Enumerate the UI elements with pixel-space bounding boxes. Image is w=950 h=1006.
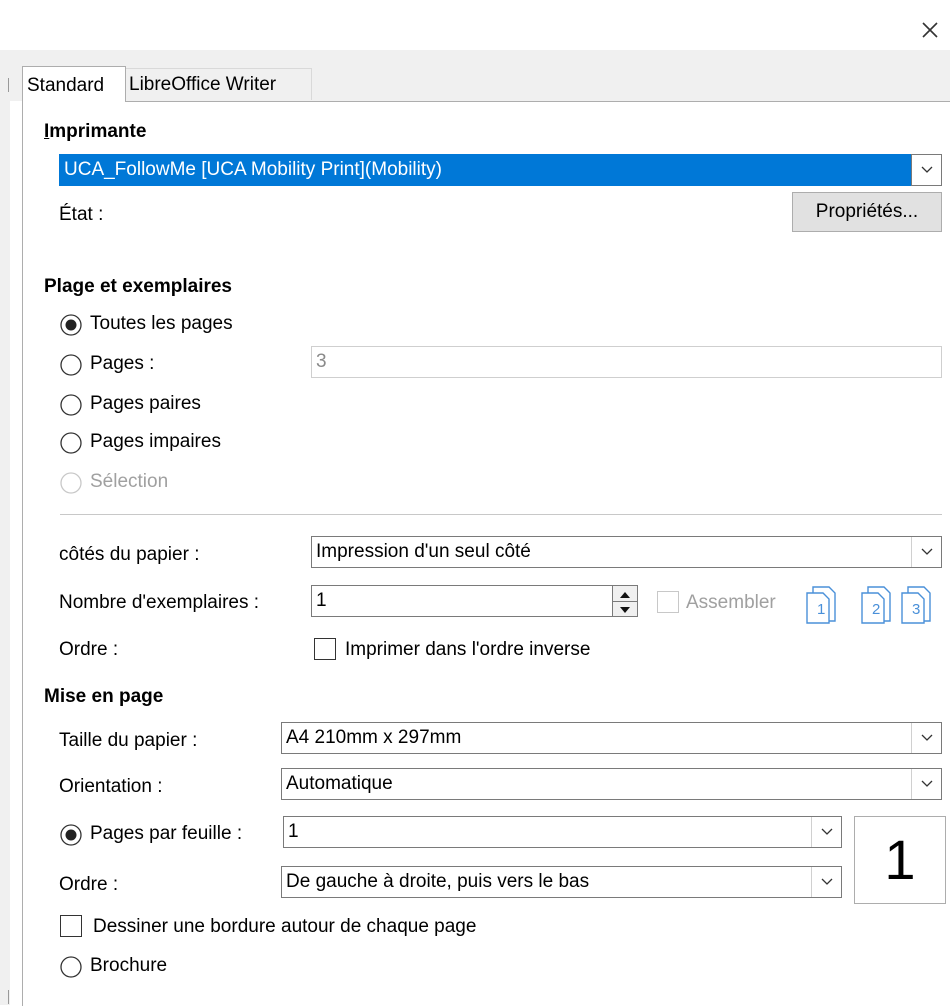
order-label: Ordre :	[59, 639, 119, 660]
page-border-label: Dessiner une bordure autour de chaque pa…	[93, 916, 477, 937]
page-border-checkbox[interactable]	[60, 915, 82, 937]
radio-unchecked-icon	[60, 354, 82, 376]
chevron-down-icon	[921, 166, 933, 173]
reverse-order-checkbox[interactable]	[314, 638, 336, 660]
tab-standard[interactable]: Standard	[22, 66, 126, 102]
paper-size-select[interactable]: A4 210mm x 297mm	[281, 722, 942, 754]
printer-state-label: État :	[59, 204, 104, 225]
reverse-order-label: Imprimer dans l'ordre inverse	[345, 639, 591, 660]
radio-brochure[interactable]	[60, 956, 82, 978]
collate-page-2-icon: 2	[858, 583, 896, 625]
pages-per-sheet-label: Pages par feuille :	[90, 823, 243, 844]
copies-label: Nombre d'exemplaires :	[59, 592, 260, 613]
printer-title-rest: mprimante	[49, 121, 147, 142]
radio-odd-pages[interactable]	[60, 432, 82, 454]
collate-checkbox[interactable]	[657, 591, 679, 613]
copies-increment-button[interactable]	[613, 586, 637, 601]
layout-order-select[interactable]: De gauche à droite, puis vers le bas	[281, 866, 842, 898]
printer-section-title: Imprimante	[44, 121, 147, 142]
copies-spinner	[612, 585, 638, 617]
pages-per-sheet-preview: 1	[854, 816, 946, 904]
paper-size-dropdown-button[interactable]	[911, 723, 941, 753]
printer-select[interactable]: UCA_FollowMe [UCA Mobility Print](Mobili…	[59, 154, 942, 186]
radio-unchecked-icon	[60, 394, 82, 416]
layout-order-label: Ordre :	[59, 874, 119, 895]
odd-pages-label: Pages impaires	[90, 431, 221, 452]
triangle-up-icon	[620, 592, 630, 598]
radio-pages-per-sheet[interactable]	[60, 824, 82, 846]
pages-per-sheet-select[interactable]: 1	[283, 816, 842, 848]
pages-label: Pages :	[90, 353, 155, 374]
sides-select[interactable]: Impression d'un seul côté	[311, 536, 942, 568]
layout-section-title: Mise en page	[44, 686, 164, 707]
copies-decrement-button[interactable]	[613, 601, 637, 617]
radio-pages[interactable]	[60, 354, 82, 376]
collate-page-2-number: 2	[872, 601, 881, 618]
pages-input[interactable]: 3	[311, 346, 942, 378]
radio-even-pages[interactable]	[60, 394, 82, 416]
triangle-down-icon	[620, 607, 630, 613]
layout-order-dropdown-button[interactable]	[811, 867, 841, 897]
brochure-label: Brochure	[90, 955, 168, 976]
collate-page-3-number: 3	[912, 601, 921, 618]
left-edge-tick	[8, 78, 9, 92]
orientation-select[interactable]: Automatique	[281, 768, 942, 800]
collate-label: Assembler	[686, 592, 776, 613]
chevron-down-icon	[821, 878, 833, 885]
left-edge-tick-bottom	[8, 990, 9, 1004]
radio-unchecked-icon	[60, 432, 82, 454]
close-button[interactable]	[918, 18, 942, 42]
radio-checked-icon	[60, 824, 82, 846]
orientation-dropdown-button[interactable]	[911, 769, 941, 799]
selection-label: Sélection	[90, 471, 169, 492]
copies-input[interactable]: 1	[311, 585, 613, 617]
close-icon	[922, 22, 938, 38]
chevron-down-icon	[821, 828, 833, 835]
orientation-label: Orientation :	[59, 776, 163, 797]
tab-libreoffice-writer[interactable]: LibreOffice Writer	[124, 68, 312, 100]
radio-all-pages[interactable]	[60, 314, 82, 336]
radio-disabled-icon	[60, 472, 82, 494]
collate-page-3-icon: 3	[898, 583, 936, 625]
radio-checked-icon	[60, 314, 82, 336]
chevron-down-icon	[921, 548, 933, 555]
pages-per-sheet-dropdown-button[interactable]	[811, 817, 841, 847]
range-separator	[60, 514, 942, 515]
sides-label: côtés du papier :	[59, 544, 200, 565]
even-pages-label: Pages paires	[90, 393, 201, 414]
range-section-title: Plage et exemplaires	[44, 276, 232, 297]
radio-selection[interactable]	[60, 472, 82, 494]
all-pages-label: Toutes les pages	[90, 313, 233, 334]
left-edge	[0, 50, 10, 1005]
sides-dropdown-button[interactable]	[911, 537, 941, 567]
radio-unchecked-icon	[60, 956, 82, 978]
chevron-down-icon	[921, 780, 933, 787]
collate-page-1-icon: 1	[803, 583, 841, 625]
properties-button[interactable]: Propriétés...	[792, 192, 942, 232]
collate-page-1-number: 1	[817, 601, 826, 618]
paper-size-label: Taille du papier :	[59, 730, 198, 751]
printer-dropdown-button[interactable]	[911, 154, 942, 186]
chevron-down-icon	[921, 734, 933, 741]
